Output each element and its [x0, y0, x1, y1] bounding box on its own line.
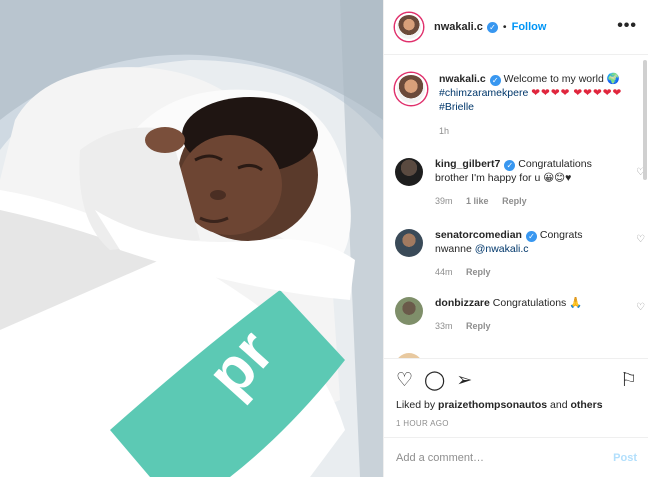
liked-by-and: and — [547, 399, 571, 411]
comment-input[interactable] — [396, 451, 614, 464]
caption-time: 1h — [439, 126, 450, 136]
comment-time: 44m — [435, 267, 453, 277]
add-comment-bar: Post — [384, 437, 648, 477]
commenter-username[interactable]: king_gilbert7 — [435, 158, 500, 170]
comment: donbizzare Congratulations 🙏 33m Reply ♡ — [395, 296, 645, 333]
hashtag-link[interactable]: #chimzaramekpere — [439, 87, 528, 99]
bookmark-icon[interactable]: ⚐ — [620, 371, 637, 391]
post-actions: ♡ ◯ ➢ ⚐ Liked by praizethompsonautos and… — [384, 358, 648, 476]
liked-by-others[interactable]: others — [570, 399, 602, 411]
commenter-username[interactable]: senatorcomedian — [435, 229, 522, 241]
verified-icon: ✓ — [525, 231, 537, 242]
verified-icon: ✓ — [504, 160, 516, 171]
hearts-emoji: ❤❤❤❤ — [531, 87, 571, 99]
baby-photo-illustration: pr — [0, 0, 383, 477]
commenter-avatar[interactable] — [395, 229, 423, 257]
comment: senatorcomedian ✓ Congrats nwanne @nwakal… — [395, 228, 645, 279]
post-time: 1 HOUR AGO — [396, 419, 449, 428]
reply-button[interactable]: Reply — [466, 267, 491, 277]
comment-text: Congratulations 🙏 — [492, 297, 583, 309]
caption: nwakali.c ✓ Welcome to my world 🌍 #chimza… — [395, 72, 635, 138]
separator-dot: • — [502, 21, 507, 33]
hashtag-link[interactable]: #Brielle — [439, 101, 474, 113]
comments-scrollbar[interactable] — [643, 60, 647, 180]
heart-icon[interactable]: ♡ — [396, 371, 413, 391]
instagram-post: pr nwakali.c ✓ • Follow ••• nwakali.c ✓ … — [0, 0, 648, 477]
share-icon[interactable]: ➢ — [456, 371, 472, 391]
comment: king_gilbert7 ✓ Congratulations brother I… — [395, 157, 645, 208]
like-comment-heart-icon[interactable]: ♡ — [636, 234, 645, 245]
liked-by-prefix: Liked by — [396, 399, 439, 411]
reply-button[interactable]: Reply — [466, 321, 491, 331]
comment-time: 39m — [435, 196, 453, 206]
commenter-avatar[interactable] — [395, 297, 423, 325]
liked-by-user[interactable]: praizethompsonautos — [438, 399, 547, 411]
post-detail-panel: nwakali.c ✓ • Follow ••• nwakali.c ✓ Welc… — [383, 0, 648, 477]
reply-button[interactable]: Reply — [502, 196, 527, 206]
hearts-emoji: ❤❤❤❤❤ — [573, 87, 623, 99]
caption-intro: Welcome to my world — [503, 73, 604, 85]
commenter-username[interactable]: donbizzare — [435, 297, 490, 309]
post-comment-button[interactable]: Post — [613, 452, 637, 464]
author-avatar[interactable] — [395, 13, 423, 41]
author-username[interactable]: nwakali.c — [434, 21, 483, 33]
liked-by: Liked by praizethompsonautos and others — [396, 399, 603, 411]
verified-icon: ✓ — [486, 21, 498, 33]
comment-icon[interactable]: ◯ — [424, 371, 445, 391]
verified-icon: ✓ — [489, 75, 501, 86]
comments-list[interactable]: nwakali.c ✓ Welcome to my world 🌍 #chimza… — [384, 56, 648, 358]
comment-likes[interactable]: 1 like — [466, 196, 489, 206]
post-photo[interactable]: pr — [0, 0, 383, 477]
post-header: nwakali.c ✓ • Follow ••• — [384, 0, 648, 55]
mention-link[interactable]: @nwakali.c — [475, 243, 529, 255]
like-comment-heart-icon[interactable]: ♡ — [636, 302, 645, 313]
more-icon[interactable]: ••• — [617, 17, 637, 35]
commenter-avatar[interactable] — [395, 158, 423, 186]
caption-avatar[interactable] — [395, 73, 427, 105]
caption-text: nwakali.c ✓ Welcome to my world 🌍 #chimza… — [439, 72, 624, 114]
globe-emoji: 🌍 — [606, 73, 620, 85]
caption-username[interactable]: nwakali.c — [439, 73, 486, 85]
follow-button[interactable]: Follow — [512, 21, 547, 33]
comment-time: 33m — [435, 321, 453, 331]
